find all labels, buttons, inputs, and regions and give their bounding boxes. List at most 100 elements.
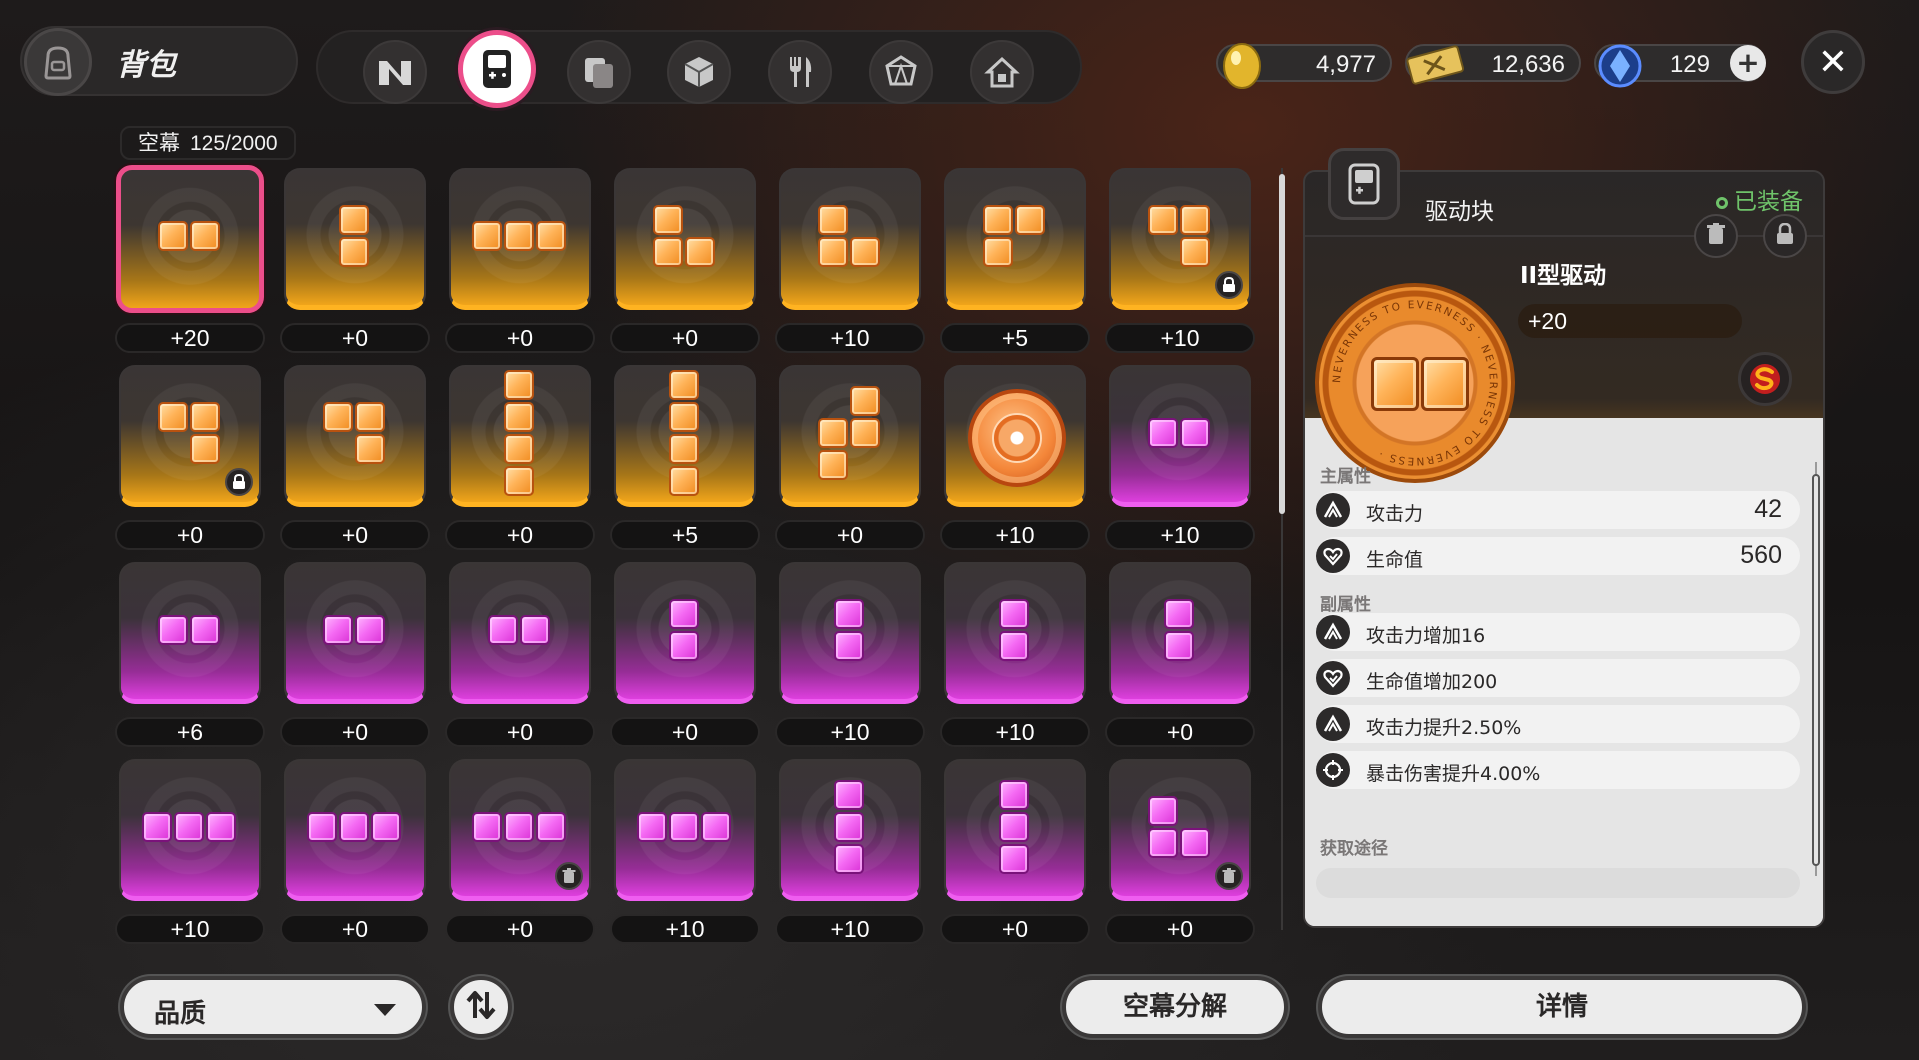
lock-button[interactable] [1763,214,1807,258]
inventory-item-card[interactable] [284,759,426,901]
inventory-item[interactable]: +0 [610,562,760,756]
inventory-item-card[interactable] [1109,759,1251,901]
inventory-item-card[interactable] [449,562,591,704]
inventory-item-card[interactable] [284,168,426,310]
inventory-label: 空幕 [138,131,180,155]
inventory-item[interactable]: +10 [1105,168,1255,362]
close-button[interactable]: ✕ [1801,30,1865,94]
inventory-item[interactable]: +10 [610,759,760,953]
tab-cards[interactable] [567,40,631,104]
inventory-item[interactable]: +0 [445,562,595,756]
inventory-item[interactable]: +0 [610,168,760,362]
stat-row: 生命值增加200 [1316,659,1800,697]
tab-drive[interactable] [458,30,536,108]
inventory-item[interactable]: +0 [280,562,430,756]
scrollbar-thumb[interactable] [1279,174,1285,514]
inventory-item[interactable]: +0 [1105,562,1255,756]
stat-value: 560 [1740,541,1782,569]
inventory-item-card[interactable] [779,168,921,310]
inventory-item[interactable]: +20 [115,165,265,362]
quality-sort-dropdown[interactable]: 品质 [120,976,426,1038]
inventory-item[interactable]: +10 [940,365,1090,559]
tab-crystal[interactable] [869,40,933,104]
inventory-item-card[interactable] [119,759,261,901]
inventory-item[interactable]: +6 [115,562,265,756]
inventory-item-card[interactable] [1109,562,1251,704]
stacked-cards-icon [581,54,617,90]
inventory-item[interactable]: +0 [445,168,595,362]
stat-row: 攻击力增加16 [1316,613,1800,651]
inventory-item[interactable]: +10 [940,562,1090,756]
inventory-item-card[interactable] [944,365,1086,507]
decompose-button[interactable]: 空幕分解 [1062,976,1288,1038]
inventory-item[interactable]: +0 [280,168,430,362]
inventory-item-card[interactable] [284,562,426,704]
inventory-item[interactable]: +0 [445,759,595,953]
inventory-item[interactable]: +10 [115,759,265,953]
drive-coin-emblem: NEVERNESS TO EVERNESS · NEVERNESS TO EVE… [1315,283,1515,483]
inventory-item[interactable]: +10 [775,168,925,362]
tab-food[interactable] [768,40,832,104]
inventory-item-card[interactable] [614,365,756,507]
inventory-item[interactable]: +0 [940,759,1090,953]
inventory-item-card[interactable] [449,365,591,507]
inventory-item[interactable]: +5 [940,168,1090,362]
inventory-item-card[interactable] [779,365,921,507]
source-list [1316,868,1800,898]
add-currency-button[interactable]: + [1730,45,1766,81]
inventory-item-card[interactable] [944,168,1086,310]
inventory-item[interactable]: +0 [1105,759,1255,953]
detail-scrollbar-thumb[interactable] [1812,474,1820,866]
inventory-item-card[interactable] [1109,168,1251,310]
piece-block [190,434,220,464]
inventory-scrollbar[interactable] [1279,160,1285,940]
inventory-item[interactable]: +0 [115,365,265,559]
inventory-item-card[interactable] [614,759,756,901]
inventory-item[interactable]: +0 [280,365,430,559]
item-level: +0 [280,914,430,944]
piece-block [190,221,220,251]
inventory-item-card[interactable] [119,365,261,507]
plus-icon: + [1736,46,1760,79]
inventory-item-card[interactable] [449,168,591,310]
inventory-item-card[interactable] [944,759,1086,901]
drive-piece-icon [946,761,1084,896]
stat-name: 攻击力 [1366,503,1424,525]
inventory-item[interactable]: +10 [1105,365,1255,559]
piece-block [1180,828,1210,858]
stat-row: 暴击伤害提升4.00% [1316,751,1800,789]
drive-piece-icon [781,761,919,896]
equipped-dot-icon [1716,196,1728,209]
tab-home[interactable] [970,40,1034,104]
item-level: +0 [445,520,595,550]
tab-cube[interactable] [667,40,731,104]
inventory-item[interactable]: +10 [775,562,925,756]
inventory-item-card[interactable] [1109,365,1251,507]
inventory-item[interactable]: +10 [775,759,925,953]
piece-block [339,205,369,235]
details-button[interactable]: 详情 [1318,976,1806,1038]
inventory-item[interactable]: +0 [775,365,925,559]
detail-scrollbar[interactable] [1812,462,1820,876]
inventory-item[interactable]: +0 [445,365,595,559]
discard-button[interactable] [1694,214,1738,258]
inventory-item[interactable]: +0 [280,759,430,953]
inventory-item-card[interactable] [614,562,756,704]
inventory-item-card[interactable] [944,562,1086,704]
inventory-item[interactable]: +5 [610,365,760,559]
inventory-item-card[interactable] [116,165,264,313]
sort-order-button[interactable] [450,976,512,1038]
inventory-item-card[interactable] [119,562,261,704]
piece-block [1148,796,1178,826]
inventory-item-card[interactable] [449,759,591,901]
inventory-item-card[interactable] [284,365,426,507]
tab-n-logo[interactable] [363,40,427,104]
piece-block [850,386,880,416]
piece-block [1015,205,1045,235]
inventory-item-card[interactable] [779,562,921,704]
backpack-icon [24,28,92,96]
inventory-item-card[interactable] [779,759,921,901]
item-level: +0 [1105,914,1255,944]
piece-block [174,812,204,842]
inventory-item-card[interactable] [614,168,756,310]
